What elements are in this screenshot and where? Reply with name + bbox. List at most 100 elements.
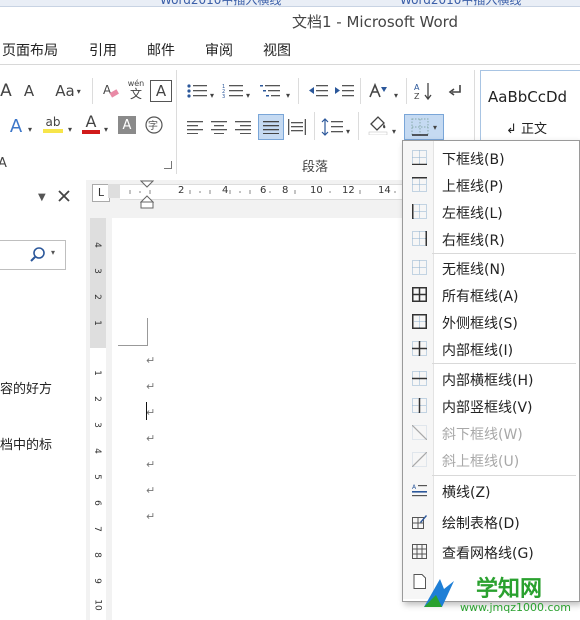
paragraph-mark: ↵ xyxy=(146,406,156,419)
line-spacing-icon[interactable] xyxy=(320,116,344,138)
borders-button[interactable]: ▾ xyxy=(404,114,444,140)
sort-icon[interactable]: AZ xyxy=(412,80,436,102)
menu-item-horizontal-line[interactable]: A 横线(Z) xyxy=(404,477,576,504)
align-right-icon[interactable] xyxy=(232,116,254,138)
diagonal-up-border-icon xyxy=(412,452,427,467)
left-border-icon xyxy=(412,204,427,219)
diagonal-down-border-icon xyxy=(412,425,427,440)
vruler-tick-2: 2 xyxy=(91,294,102,300)
nav-text-2: 档中的标 xyxy=(0,438,53,453)
paragraph-mark: ↵ xyxy=(146,458,156,471)
svg-text:A: A xyxy=(412,484,417,491)
grow-font-button[interactable]: A xyxy=(0,80,14,102)
menu-item-left-border[interactable]: 左框线(L) xyxy=(404,198,576,225)
menu-item-right-border[interactable]: 右框线(R) xyxy=(404,225,576,252)
nav-text-1: 容的好方 xyxy=(0,382,53,397)
nav-options-dropdown[interactable]: ▼ xyxy=(38,192,46,203)
enclose-characters-button[interactable]: A xyxy=(150,80,172,102)
shading-bucket-icon[interactable] xyxy=(366,114,390,136)
menu-item-top-border[interactable]: 上框线(P) xyxy=(404,171,576,198)
style-sample-text: AaBbCcDd xyxy=(488,88,568,106)
nav-search-input[interactable]: ▾ xyxy=(0,240,66,270)
highlight-dropdown[interactable]: ▾ xyxy=(66,118,74,140)
text-effects-button[interactable]: A xyxy=(4,115,28,137)
top-border-icon xyxy=(412,177,427,192)
vruler-tick-1a: 1 xyxy=(91,320,102,326)
style-name-label: ↲ 正文 xyxy=(506,122,548,137)
title-bar: Word2010中插入横线 Word2010中插入横线 文档1 - Micros… xyxy=(0,0,580,34)
multilevel-list-icon[interactable] xyxy=(258,80,284,102)
vruler-tick-4b: 4 xyxy=(91,448,102,454)
line-spacing-dropdown[interactable]: ▾ xyxy=(344,120,352,142)
paragraph-group-label: 段落 xyxy=(302,160,329,175)
font-color-button[interactable]: A xyxy=(80,113,102,135)
change-case-button[interactable]: Aa ▾ xyxy=(52,80,84,102)
font-dialog-launcher[interactable] xyxy=(164,161,172,169)
menu-item-draw-table[interactable]: 绘制表格(D) xyxy=(404,508,576,535)
watermark-logo: 学知网 www.jmqz1000.com xyxy=(418,565,580,620)
highlight-button[interactable]: ab xyxy=(40,113,66,135)
menu-item-inside-borders[interactable]: 内部框线(I) xyxy=(404,335,576,362)
multilevel-list-dropdown[interactable]: ▾ xyxy=(284,84,292,106)
menu-item-no-border[interactable]: 无框线(N) xyxy=(404,254,576,281)
paragraph-mark: ↵ xyxy=(146,380,156,393)
menu-item-view-gridlines[interactable]: 查看网格线(G) xyxy=(404,538,576,565)
text-cursor xyxy=(146,402,147,420)
menu-item-all-borders[interactable]: 所有框线(A) xyxy=(404,281,576,308)
align-left-icon[interactable] xyxy=(184,116,206,138)
right-border-icon xyxy=(412,231,427,246)
inside-borders-icon xyxy=(412,341,427,356)
text-effects-dropdown[interactable]: ▾ xyxy=(26,118,34,140)
horizontal-line-icon: A xyxy=(412,484,427,497)
menu-item-inside-vertical-border[interactable]: 内部竖框线(V) xyxy=(404,392,576,419)
menu-item-outside-borders[interactable]: 外侧框线(S) xyxy=(404,308,576,335)
vruler-tick-3b: 3 xyxy=(91,422,102,428)
svg-text:字: 字 xyxy=(148,119,158,132)
outside-borders-icon xyxy=(412,314,427,329)
search-options-dropdown[interactable]: ▾ xyxy=(51,248,55,257)
watermark-url: www.jmqz1000.com xyxy=(460,601,571,614)
show-hide-marks-icon[interactable] xyxy=(444,80,466,102)
justify-icon[interactable] xyxy=(258,114,284,140)
top-tab-2[interactable]: Word2010中插入横线 xyxy=(400,0,521,8)
tab-references[interactable]: 引用 xyxy=(89,40,117,60)
watermark-logo-icon xyxy=(424,579,454,607)
tab-page-layout[interactable]: 页面布局 xyxy=(2,40,58,60)
paragraph-mark: ↵ xyxy=(146,432,156,445)
paragraph-mark: ↵ xyxy=(146,484,156,497)
tab-view[interactable]: 视图 xyxy=(263,40,291,60)
bullets-icon[interactable] xyxy=(184,80,210,102)
enclose-characters-circle-icon[interactable]: 字 xyxy=(143,114,165,136)
increase-indent-icon[interactable] xyxy=(332,80,356,102)
menu-item-inside-horizontal-border[interactable]: 内部横框线(H) xyxy=(404,365,576,392)
font-color-dropdown[interactable]: ▾ xyxy=(102,118,110,140)
menu-item-diagonal-up-border[interactable]: 斜上框线(U) xyxy=(404,446,576,473)
vruler-tick-8: 8 xyxy=(91,552,102,558)
chinese-layout-dropdown[interactable]: ▾ xyxy=(392,84,400,106)
tab-mailings[interactable]: 邮件 xyxy=(147,40,175,60)
phonetic-guide-button[interactable]: wén 文 xyxy=(125,78,147,100)
shading-dropdown[interactable]: ▾ xyxy=(390,120,398,142)
shrink-font-button[interactable]: A xyxy=(20,80,38,102)
bottom-border-icon xyxy=(412,150,427,165)
character-shading-button[interactable]: A xyxy=(118,116,136,134)
decrease-indent-icon[interactable] xyxy=(306,80,330,102)
menu-item-bottom-border[interactable]: 下框线(B) xyxy=(404,144,576,171)
menu-item-diagonal-down-border[interactable]: 斜下框线(W) xyxy=(404,419,576,446)
tab-review[interactable]: 审阅 xyxy=(205,40,233,60)
vertical-ruler[interactable] xyxy=(86,218,113,620)
top-tab-1[interactable]: Word2010中插入横线 xyxy=(160,0,281,8)
font-group-label: A xyxy=(0,156,7,171)
numbering-icon[interactable]: 123 xyxy=(220,80,246,102)
chinese-layout-icon[interactable] xyxy=(366,80,392,102)
close-icon[interactable] xyxy=(56,188,72,204)
clear-formatting-icon[interactable]: A xyxy=(100,80,122,102)
align-center-icon[interactable] xyxy=(208,116,230,138)
bullets-dropdown[interactable]: ▾ xyxy=(208,84,216,106)
vruler-tick-5: 5 xyxy=(91,474,102,480)
draw-table-icon xyxy=(412,515,427,529)
svg-text:3: 3 xyxy=(222,94,225,99)
numbering-dropdown[interactable]: ▾ xyxy=(244,84,252,106)
vruler-tick-9: 9 xyxy=(91,578,102,584)
distributed-align-icon[interactable] xyxy=(286,116,308,138)
